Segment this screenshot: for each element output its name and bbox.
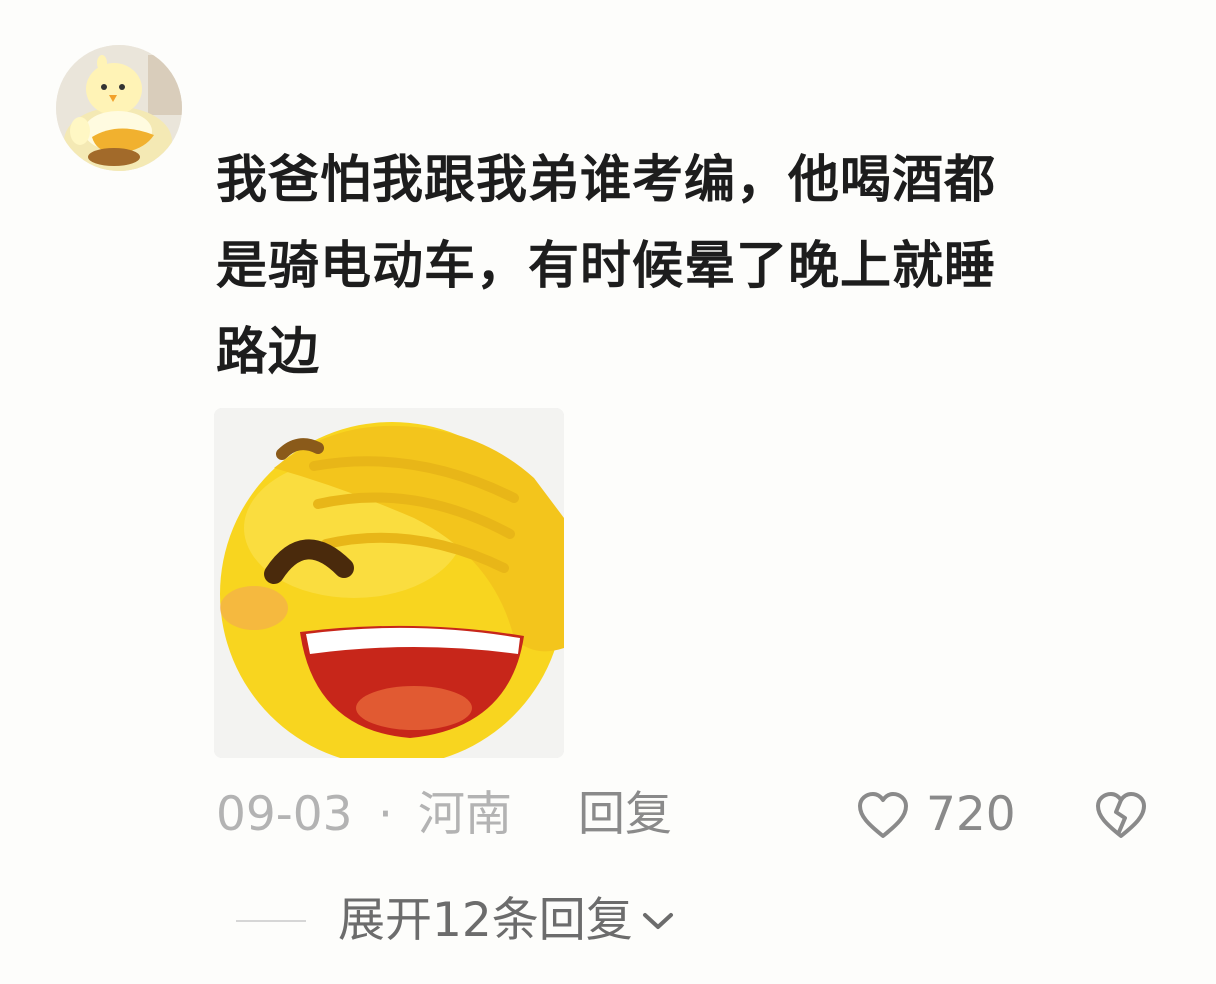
comment-meta-row: 09-03 · 河南 回复 720 [216, 782, 1176, 848]
comment-screen: { "comment": { "avatar_icon": "chick-ava… [0, 0, 1216, 984]
comment-line-1: 我爸怕我跟我弟谁考编，他喝酒都 [216, 151, 997, 210]
expand-replies-button[interactable]: 展开12条回复 [338, 888, 675, 954]
user-avatar[interactable] [56, 45, 182, 171]
comment-location: 河南 [418, 787, 512, 842]
expand-replies-label: 展开12条回复 [338, 893, 633, 948]
broken-heart-icon [1096, 792, 1146, 838]
like-count: 720 [926, 787, 1016, 842]
chevron-down-icon [642, 913, 673, 929]
meta-separator: · [378, 787, 393, 842]
dislike-button[interactable] [1094, 788, 1148, 842]
like-button[interactable]: 720 [856, 782, 1016, 848]
comment-line-3: 路边 [216, 323, 321, 382]
comment-date: 09-03 [216, 787, 353, 842]
expand-replies-row: 展开12条回复 [236, 888, 675, 954]
facepalm-laughing-emoji-icon [214, 408, 564, 758]
divider-line [236, 920, 306, 922]
heart-icon [858, 792, 908, 838]
comment-body: 我爸怕我跟我弟谁考编，他喝酒都 是骑电动车，有时候晕了晚上就睡 路边 [216, 138, 1176, 396]
chick-avatar-icon [56, 45, 182, 171]
comment-sticker-image[interactable] [214, 408, 564, 758]
reply-button[interactable]: 回复 [578, 782, 672, 848]
comment-line-2: 是骑电动车，有时候晕了晚上就睡 [216, 237, 997, 296]
